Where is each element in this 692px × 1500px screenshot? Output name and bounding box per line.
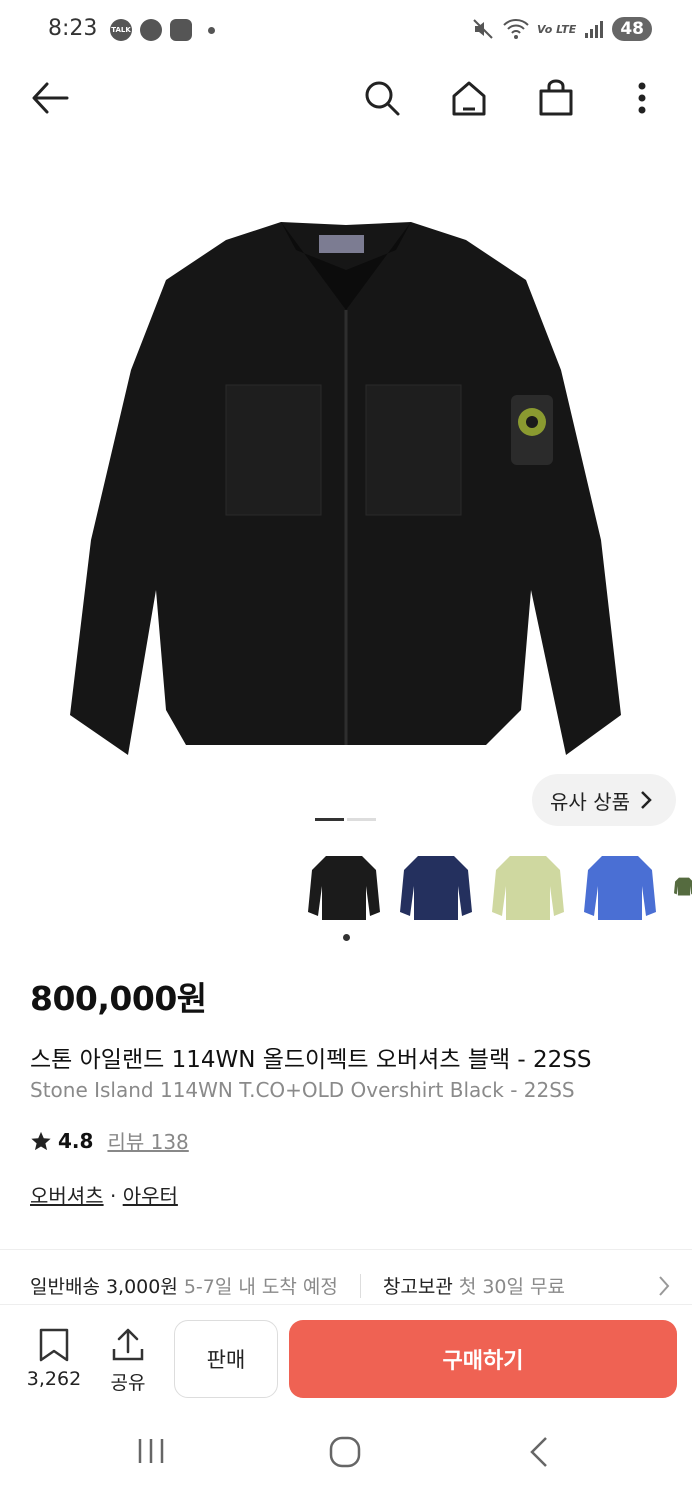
delivery-separator xyxy=(359,1273,361,1298)
similar-products-button[interactable]: 유사 상품 xyxy=(532,774,676,826)
mute-icon xyxy=(473,19,493,39)
star-icon xyxy=(31,1131,51,1150)
buy-button[interactable]: 구매하기 xyxy=(289,1320,677,1398)
status-right: Vo LTE 48 xyxy=(471,17,652,41)
category-overshirt[interactable]: 오버셔츠 xyxy=(30,1184,104,1208)
indicator-active xyxy=(315,818,344,821)
notification-icons: TALK xyxy=(110,19,215,41)
wishlist-button[interactable]: 3,262 xyxy=(22,1327,86,1390)
product-name-korean: 스톤 아일랜드 114WN 올드이펙트 오버셔츠 블랙 - 22SS xyxy=(30,1047,592,1073)
bookmark-icon xyxy=(39,1328,69,1362)
share-icon xyxy=(112,1328,144,1361)
product-image[interactable] xyxy=(0,170,692,790)
status-time: 8:23 xyxy=(48,16,98,41)
home-circle-icon[interactable] xyxy=(329,1436,361,1472)
back-chevron-icon[interactable] xyxy=(528,1436,550,1472)
label-patch xyxy=(319,235,364,253)
carousel-indicator xyxy=(315,818,376,821)
status-bar: 8:23 TALK Vo LTE 48 xyxy=(0,0,692,62)
color-thumbnails xyxy=(306,846,692,926)
thumbnail-blue[interactable] xyxy=(582,846,658,926)
storage-note: 첫 30일 무료 xyxy=(458,1276,565,1298)
system-nav-bar xyxy=(0,1412,692,1500)
indicator-inactive xyxy=(347,818,376,821)
game-icon xyxy=(170,19,192,41)
share-button[interactable]: 공유 xyxy=(100,1327,156,1395)
shipping-fee: 일반배송 3,000원 xyxy=(30,1276,178,1298)
volte-icon: Vo LTE xyxy=(537,22,577,36)
rating-score: 4.8 xyxy=(58,1128,94,1153)
chevron-right-icon xyxy=(659,1275,670,1296)
thumbnail-black[interactable] xyxy=(306,846,382,926)
search-icon[interactable] xyxy=(360,76,404,120)
categories: 오버셔츠 · 아우터 xyxy=(30,1180,178,1209)
divider xyxy=(0,1249,692,1250)
sports-icon xyxy=(140,19,162,41)
category-separator: · xyxy=(109,1184,117,1208)
thumbnail-navy[interactable] xyxy=(398,846,474,926)
more-vert-icon[interactable] xyxy=(620,76,664,120)
selected-thumbnail-dot xyxy=(343,934,350,941)
wishlist-count: 3,262 xyxy=(26,1368,82,1390)
overshirt-image xyxy=(70,222,621,755)
storage-label: 창고보관 xyxy=(382,1276,453,1298)
shipping-eta: 5-7일 내 도착 예정 xyxy=(183,1276,338,1298)
thumbnail-lime[interactable] xyxy=(490,846,566,926)
share-label: 공유 xyxy=(110,1372,146,1394)
product-price: 800,000원 xyxy=(30,979,207,1018)
chevron-right-icon xyxy=(641,791,652,809)
talk-icon: TALK xyxy=(110,19,132,41)
reviews-link[interactable]: 리뷰 138 xyxy=(107,1126,188,1155)
sell-button[interactable]: 판매 xyxy=(174,1320,278,1398)
bottom-action-bar: 3,262 공유 판매 구매하기 xyxy=(0,1304,692,1412)
delivery-row[interactable]: 일반배송 3,000원 5-7일 내 도착 예정 창고보관 첫 30일 무료 xyxy=(30,1272,670,1299)
similar-products-label: 유사 상품 xyxy=(550,789,630,814)
category-outer[interactable]: 아우터 xyxy=(123,1184,178,1208)
thumbnail-olive[interactable] xyxy=(674,846,692,926)
home-icon[interactable] xyxy=(447,76,491,120)
battery-icon: 48 xyxy=(612,17,652,41)
back-arrow-icon[interactable] xyxy=(28,76,72,120)
recent-apps-icon[interactable] xyxy=(136,1436,166,1470)
signal-icon xyxy=(585,21,604,38)
wifi-icon xyxy=(503,19,529,39)
app-bar xyxy=(0,62,692,134)
shopping-bag-icon[interactable] xyxy=(534,76,578,120)
rating: 4.8 리뷰 138 xyxy=(30,1126,189,1155)
product-name-english: Stone Island 114WN T.CO+OLD Overshirt Bl… xyxy=(30,1078,575,1102)
dot-icon xyxy=(208,26,215,34)
